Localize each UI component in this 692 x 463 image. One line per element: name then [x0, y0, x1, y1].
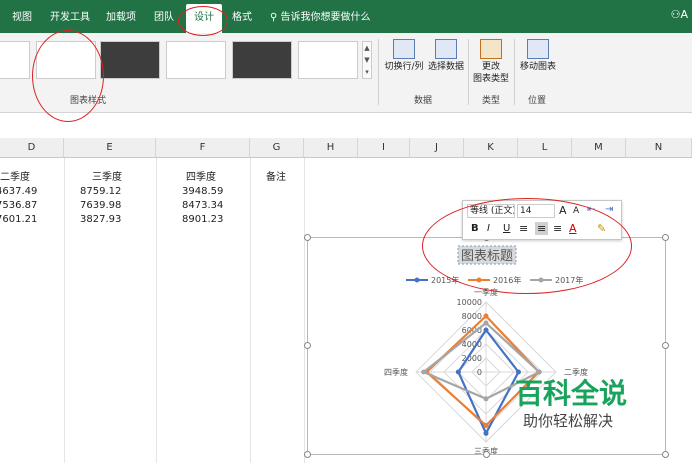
- column-header-H[interactable]: H: [304, 138, 358, 158]
- resize-handle[interactable]: [662, 342, 669, 349]
- resize-handle[interactable]: [304, 342, 311, 349]
- cell-E-row2[interactable]: 7639.98: [80, 199, 121, 213]
- increase-indent-icon[interactable]: ⇥: [605, 204, 613, 215]
- tab-view[interactable]: 视图: [12, 8, 32, 23]
- cell-G-header[interactable]: 备注: [266, 171, 286, 185]
- resize-handle[interactable]: [662, 234, 669, 241]
- change-chart-type-button[interactable]: 更改 图表类型: [470, 39, 512, 85]
- cell-D-row3[interactable]: 7601.21: [0, 213, 37, 227]
- radar-point-3: [483, 396, 489, 402]
- chart-style-3[interactable]: [100, 41, 160, 79]
- formula-area: [0, 113, 692, 138]
- column-header-E[interactable]: E: [64, 138, 156, 158]
- radar-tick-label: 8000: [462, 312, 482, 321]
- column-header-I[interactable]: I: [358, 138, 410, 158]
- column-header-K[interactable]: K: [464, 138, 518, 158]
- cell-F-row3[interactable]: 8901.23: [182, 213, 223, 227]
- annotation-circle-chart-title: [422, 198, 632, 294]
- radar-tick-label: 10000: [457, 298, 482, 307]
- resize-handle[interactable]: [483, 451, 490, 458]
- radar-point-1: [483, 327, 489, 333]
- tab-team[interactable]: 团队: [154, 8, 174, 23]
- legend-marker-1: [414, 277, 420, 283]
- chart-style-scroll[interactable]: ▲ ▼ ▾: [362, 41, 372, 79]
- chart-style-5[interactable]: [232, 41, 292, 79]
- cell-E-row1[interactable]: 8759.12: [80, 185, 121, 199]
- move-chart-icon: [527, 39, 549, 59]
- column-header-D[interactable]: D: [0, 138, 64, 158]
- cell-F-row2[interactable]: 8473.34: [182, 199, 223, 213]
- divider: [514, 39, 515, 105]
- search-icon: ⚲: [270, 12, 281, 23]
- select-data-button[interactable]: 选择数据: [426, 39, 466, 73]
- type-group-label: 类型: [482, 96, 501, 106]
- tab-developer[interactable]: 开发工具: [50, 8, 90, 23]
- resize-handle[interactable]: [662, 451, 669, 458]
- move-chart-button[interactable]: 移动图表: [516, 39, 560, 73]
- column-header-M[interactable]: M: [572, 138, 626, 158]
- radar-point-1: [455, 369, 461, 375]
- divider: [378, 39, 379, 105]
- chart-style-4[interactable]: [166, 41, 226, 79]
- user-icon: ⚇: [670, 8, 681, 21]
- radar-point-3: [483, 320, 489, 326]
- watermark-title: 百科全说: [515, 377, 628, 410]
- column-header-G[interactable]: G: [250, 138, 304, 158]
- tab-format[interactable]: 格式: [232, 8, 252, 23]
- radar-tick-label: 0: [477, 368, 482, 377]
- watermark-subtitle: 助你轻松解决: [523, 412, 614, 430]
- radar-point-3: [421, 369, 427, 375]
- cell-D-header[interactable]: 二季度: [0, 171, 30, 185]
- annotation-circle-design-tab: [178, 6, 228, 36]
- select-data-icon: [435, 39, 457, 59]
- radar-point-2: [483, 313, 489, 319]
- cell-F-header[interactable]: 四季度: [186, 171, 216, 185]
- cell-F-row1[interactable]: 3948.59: [182, 185, 223, 199]
- resize-handle[interactable]: [304, 234, 311, 241]
- column-header-J[interactable]: J: [410, 138, 464, 158]
- radar-point-2: [483, 422, 489, 428]
- cell-E-header[interactable]: 三季度: [92, 171, 122, 185]
- divider: [468, 39, 469, 105]
- radar-axis-label: 四季度: [384, 367, 408, 377]
- resize-handle[interactable]: [304, 451, 311, 458]
- switch-row-column-icon: [393, 39, 415, 59]
- column-header-N[interactable]: N: [626, 138, 692, 158]
- user-account[interactable]: ⚇A: [671, 8, 688, 21]
- column-header-F[interactable]: F: [156, 138, 250, 158]
- switch-row-column-button[interactable]: 切换行/列: [382, 39, 426, 73]
- column-header-L[interactable]: L: [518, 138, 572, 158]
- change-chart-type-icon: [480, 39, 502, 59]
- annotation-circle-chart-style: [32, 30, 104, 122]
- chart-style-6[interactable]: [298, 41, 358, 79]
- ribbon-tab-bar: 视图 开发工具 加载项 团队 设计 格式 ⚲ 告诉我你想要做什么 ⚇A: [0, 0, 692, 33]
- cell-E-row3[interactable]: 3827.93: [80, 213, 121, 227]
- tab-addins[interactable]: 加载项: [106, 8, 136, 23]
- radar-point-1: [483, 430, 489, 436]
- location-group-label: 位置: [528, 96, 547, 106]
- data-group-label: 数据: [414, 96, 433, 106]
- chart-style-1[interactable]: [0, 41, 30, 79]
- cell-D-row1[interactable]: 4637.49: [0, 185, 37, 199]
- cell-D-row2[interactable]: 7536.87: [0, 199, 37, 213]
- tell-me-search[interactable]: ⚲ 告诉我你想要做什么: [270, 8, 371, 23]
